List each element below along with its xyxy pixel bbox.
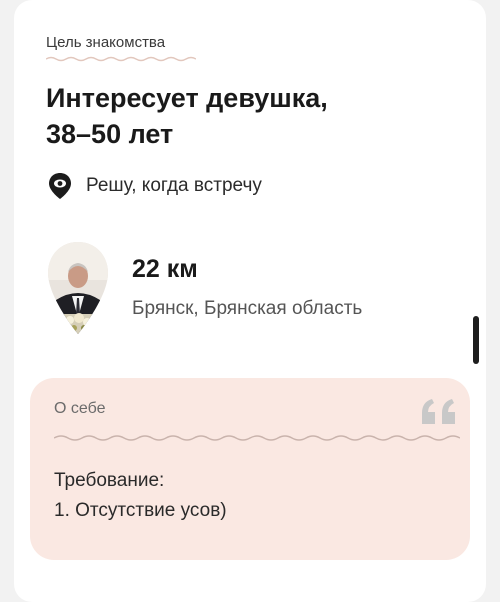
about-section-label: О себе bbox=[54, 400, 106, 417]
meeting-preference: Решу, когда встречу bbox=[48, 172, 262, 200]
goal-title: Интересует девушка, 38–50 лет bbox=[46, 80, 446, 152]
goal-section-label: Цель знакомства bbox=[46, 34, 166, 51]
goal-label-underline bbox=[46, 56, 196, 62]
profile-card: Цель знакомства Интересует девушка, 38–5… bbox=[14, 0, 486, 602]
goal-title-line-1: Интересует девушка, bbox=[46, 83, 328, 113]
city-name: Брянск, Брянская область bbox=[132, 298, 363, 319]
about-text-line-1: Требование: bbox=[54, 470, 165, 491]
about-section: О себе Требование: 1. Отсутствие усов) bbox=[30, 378, 470, 560]
goal-title-line-2: 38–50 лет bbox=[46, 119, 174, 149]
location-pin-icon bbox=[49, 173, 71, 199]
meeting-preference-text: Решу, когда встречу bbox=[86, 175, 262, 196]
avatar[interactable] bbox=[46, 240, 110, 336]
about-text: Требование: 1. Отсутствие усов) bbox=[54, 466, 444, 526]
about-divider bbox=[54, 435, 460, 441]
scrollbar[interactable] bbox=[473, 316, 479, 364]
distance-value: 22 км bbox=[132, 255, 198, 283]
about-text-line-2: 1. Отсутствие усов) bbox=[54, 500, 227, 521]
quote-icon bbox=[422, 399, 455, 424]
